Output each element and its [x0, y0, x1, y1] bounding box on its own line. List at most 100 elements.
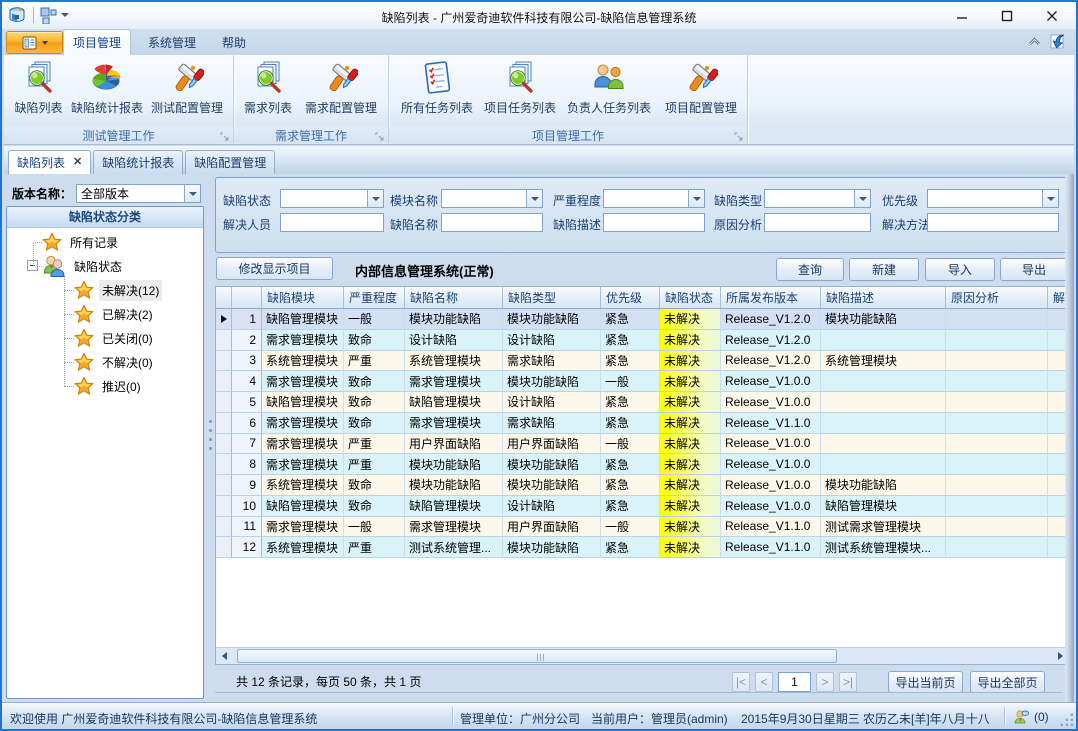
doc-search-icon — [251, 61, 285, 95]
defect-grid: 缺陷模块严重程度缺陷名称缺陷类型优先级缺陷状态所属发布版本缺陷描述原因分析解决方… — [215, 286, 1070, 665]
window-switch-icon[interactable] — [1048, 32, 1066, 50]
filter-input-解决方法[interactable] — [927, 213, 1059, 232]
filter-combo-缺陷类型[interactable] — [764, 189, 871, 208]
ribbon-tab-1[interactable]: 项目管理 — [63, 29, 131, 55]
cell-缺陷状态: 未解决 — [660, 413, 721, 434]
collapse-ribbon-icon[interactable] — [1028, 37, 1041, 46]
row-number: 3 — [232, 351, 262, 372]
prev-page-button[interactable]: < — [755, 672, 773, 692]
grid-row-9[interactable]: 9系统管理模块致命模块功能缺陷模块功能缺陷紧急未解决Release_V1.0.0… — [216, 475, 1069, 496]
column-header-优先级[interactable]: 优先级 — [601, 287, 660, 308]
grid-row-5[interactable]: 5缺陷管理模块致命缺陷管理模块设计缺陷紧急未解决Release_V1.0.0 — [216, 392, 1069, 413]
column-header-blank[interactable] — [232, 287, 262, 308]
last-page-button[interactable]: >| — [839, 672, 857, 692]
column-header-缺陷描述[interactable]: 缺陷描述 — [821, 287, 946, 308]
ribbon-button-项目任务列表[interactable]: 项目任务列表 — [481, 59, 559, 125]
resize-grip[interactable] — [1061, 714, 1073, 726]
tab-close-icon[interactable]: ✕ — [73, 157, 82, 168]
combo-dropdown-icon[interactable] — [854, 190, 870, 207]
minimize-button[interactable] — [939, 2, 984, 29]
grid-row-8[interactable]: 8需求管理模块严重模块功能缺陷模块功能缺陷紧急未解决Release_V1.0.0 — [216, 454, 1069, 475]
filter-combo-缺陷状态[interactable] — [280, 189, 384, 208]
filter-combo-优先级[interactable] — [927, 189, 1059, 208]
sidebar-splitter[interactable] — [208, 420, 213, 454]
combo-dropdown-icon[interactable] — [526, 190, 542, 207]
tree-node-推迟(0)[interactable]: 推迟(0) — [74, 374, 144, 398]
column-header-缺陷模块[interactable]: 缺陷模块 — [262, 287, 344, 308]
defect-status-panel: 缺陷状态分类 所有记录 缺陷状态 未解决(12) 已解决(2) 已关闭(0) 不… — [6, 206, 204, 699]
new-button[interactable]: 新建 — [849, 258, 919, 281]
grid-row-11[interactable]: 11需求管理模块一般需求管理模块用户界面缺陷一般未解决Release_V1.1.… — [216, 517, 1069, 538]
scroll-left-icon[interactable] — [216, 648, 233, 664]
document-tab-strip: 缺陷列表✕缺陷统计报表缺陷配置管理 — [4, 146, 1074, 174]
first-page-button[interactable]: |< — [732, 672, 750, 692]
dialog-launcher-icon[interactable] — [375, 131, 385, 141]
grid-row-10[interactable]: 10缺陷管理模块致命缺陷管理模块设计缺陷紧急未解决Release_V1.0.0缺… — [216, 496, 1069, 517]
export-all-pages-button[interactable]: 导出全部页 — [970, 671, 1045, 693]
column-header-缺陷名称[interactable]: 缺陷名称 — [405, 287, 503, 308]
column-header-所属发布版本[interactable]: 所属发布版本 — [721, 287, 821, 308]
dialog-launcher-icon[interactable] — [734, 131, 744, 141]
dialog-launcher-icon[interactable] — [220, 131, 230, 141]
ribbon-button-缺陷统计报表[interactable]: 缺陷统计报表 — [69, 59, 145, 125]
document-tab-2[interactable]: 缺陷统计报表 — [93, 150, 183, 174]
ribbon-tab-3[interactable]: 帮助 — [213, 29, 255, 55]
document-tab-1[interactable]: 缺陷列表✕ — [8, 150, 91, 174]
grid-row-7[interactable]: 7需求管理模块严重用户界面缺陷用户界面缺陷一般未解决Release_V1.0.0 — [216, 434, 1069, 455]
row-indicator — [216, 537, 232, 558]
ribbon-button-需求列表[interactable]: 需求列表 — [238, 59, 298, 125]
tree-node-所有记录[interactable]: 所有记录 — [42, 230, 121, 254]
filter-input-缺陷名称[interactable] — [441, 213, 543, 232]
maximize-button[interactable] — [984, 2, 1029, 29]
tree-node-不解决(0)[interactable]: 不解决(0) — [74, 350, 156, 374]
page-number-input[interactable]: 1 — [778, 672, 811, 692]
close-button[interactable] — [1029, 2, 1074, 29]
grid-horizontal-scrollbar[interactable] — [216, 647, 1069, 664]
ribbon-button-所有任务列表[interactable]: 所有任务列表 — [393, 59, 481, 125]
column-header-缺陷类型[interactable]: 缺陷类型 — [503, 287, 601, 308]
tree-connector — [64, 314, 74, 315]
grid-row-12[interactable]: 12系统管理模块严重测试系统管理...模块功能缺陷紧急未解决Release_V1… — [216, 537, 1069, 558]
document-tab-3[interactable]: 缺陷配置管理 — [185, 150, 275, 174]
column-header-缺陷状态[interactable]: 缺陷状态 — [660, 287, 721, 308]
combo-dropdown-icon[interactable] — [688, 190, 704, 207]
column-header-blank[interactable] — [216, 287, 232, 308]
ribbon-group-title: 需求管理工作 — [234, 127, 388, 143]
grid-row-3[interactable]: 3系统管理模块严重系统管理模块需求缺陷紧急未解决Release_V1.2.0系统… — [216, 351, 1069, 372]
modify-columns-button[interactable]: 修改显示项目 — [216, 257, 333, 280]
search-button[interactable]: 查询 — [776, 258, 844, 281]
filter-input-解决人员[interactable] — [280, 213, 384, 232]
filter-input-缺陷描述[interactable] — [603, 213, 705, 232]
ribbon-button-负责人任务列表[interactable]: 负责人任务列表 — [559, 59, 659, 125]
version-select[interactable]: 全部版本 — [76, 184, 201, 203]
combo-dropdown-icon[interactable] — [367, 190, 383, 207]
application-menu-button[interactable] — [6, 31, 63, 54]
export-current-page-button[interactable]: 导出当前页 — [888, 671, 963, 693]
tree-node-未解决(12)[interactable]: 未解决(12) — [74, 278, 162, 302]
ribbon-button-需求配置管理[interactable]: 需求配置管理 — [298, 59, 384, 125]
version-dropdown-icon[interactable] — [184, 185, 200, 202]
filter-input-原因分析[interactable] — [764, 213, 871, 232]
grid-row-6[interactable]: 6需求管理模块致命需求管理模块需求缺陷紧急未解决Release_V1.1.0 — [216, 413, 1069, 434]
export-button[interactable]: 导出 — [1000, 258, 1068, 281]
tree-node-已解决(2)[interactable]: 已解决(2) — [74, 302, 156, 326]
ribbon-button-缺陷列表[interactable]: 缺陷列表 — [8, 59, 69, 125]
ribbon-button-测试配置管理[interactable]: 测试配置管理 — [145, 59, 229, 125]
combo-dropdown-icon[interactable] — [1042, 190, 1058, 207]
column-header-原因分析[interactable]: 原因分析 — [946, 287, 1048, 308]
filter-combo-严重程度[interactable] — [603, 189, 705, 208]
scrollbar-thumb[interactable] — [237, 649, 837, 663]
column-header-严重程度[interactable]: 严重程度 — [344, 287, 405, 308]
tree-node-已关闭(0)[interactable]: 已关闭(0) — [74, 326, 156, 350]
ribbon-group-1: 缺陷列表 缺陷统计报表 测试配置管理测试管理工作 — [4, 55, 234, 144]
grid-row-2[interactable]: 2需求管理模块致命设计缺陷设计缺陷紧急未解决Release_V1.2.0 — [216, 330, 1069, 351]
import-button[interactable]: 导入 — [925, 258, 995, 281]
pager-divider — [215, 692, 1062, 693]
filter-combo-模块名称[interactable] — [441, 189, 543, 208]
next-page-button[interactable]: > — [816, 672, 834, 692]
grid-row-1[interactable]: 1缺陷管理模块一般模块功能缺陷模块功能缺陷紧急未解决Release_V1.2.0… — [216, 309, 1069, 330]
ribbon-tab-2[interactable]: 系统管理 — [139, 29, 205, 55]
ribbon-button-项目配置管理[interactable]: 项目配置管理 — [659, 59, 743, 125]
tree-node-缺陷状态[interactable]: 缺陷状态 — [42, 254, 125, 278]
grid-row-4[interactable]: 4需求管理模块致命需求管理模块模块功能缺陷一般未解决Release_V1.0.0 — [216, 371, 1069, 392]
